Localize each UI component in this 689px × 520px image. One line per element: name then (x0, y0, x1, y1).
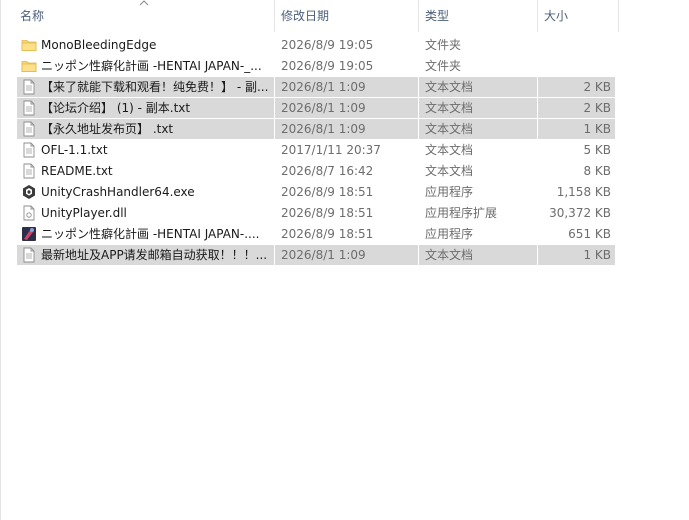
file-row[interactable]: ニッポン性癖化計画 -HENTAI JAPAN-_... 2026/8/9 19:… (17, 56, 615, 76)
file-modified-date: 2026/8/1 1:09 (281, 248, 366, 262)
file-type: 应用程序扩展 (425, 206, 498, 220)
file-modified-date: 2026/8/9 18:51 (281, 206, 374, 220)
cell-divider (418, 245, 419, 265)
file-modified-date: 2026/8/9 18:51 (281, 185, 374, 199)
file-name: 最新地址及APP请发邮箱自动获取！！！... (41, 248, 268, 262)
file-row-selected[interactable]: 【永久地址发布页】 .txt 2026/8/1 1:09 文本文档 1 KB (17, 119, 615, 139)
file-modified-date: 2026/8/9 19:05 (281, 38, 374, 52)
file-name: 【来了就能下载和观看！纯免费！】 - 副... (41, 80, 269, 94)
file-name: ニッポン性癖化計画 -HENTAI JAPAN-.... (41, 227, 260, 241)
file-name: UnityPlayer.dll (41, 206, 127, 220)
game-app-icon (21, 226, 37, 242)
cell-divider (274, 77, 275, 97)
file-size: 1 KB (583, 248, 611, 262)
file-row-selected[interactable]: 【来了就能下载和观看！纯免费！】 - 副... 2026/8/1 1:09 文本文档… (17, 77, 615, 97)
file-size: 1 KB (583, 122, 611, 136)
file-row[interactable]: MonoBleedingEdge 2026/8/9 19:05 文件夹 (17, 35, 615, 55)
text-file-icon (21, 142, 37, 158)
file-row[interactable]: UnityPlayer.dll 2026/8/9 18:51 应用程序扩展 30,37… (17, 203, 615, 223)
column-header-type[interactable]: 类型 (419, 0, 536, 32)
file-size: 8 KB (583, 164, 611, 178)
file-name: 【永久地址发布页】 .txt (41, 122, 174, 136)
file-name: ニッポン性癖化計画 -HENTAI JAPAN-_... (41, 59, 262, 73)
file-row-selected[interactable]: 【论坛介绍】 (1) - 副本.txt 2026/8/1 1:09 文本文档 2 KB (17, 98, 615, 118)
column-header-date[interactable]: 修改日期 (275, 0, 417, 32)
file-type: 文件夹 (425, 59, 462, 73)
cell-divider (537, 98, 538, 118)
cell-divider (418, 98, 419, 118)
file-modified-date: 2026/8/1 1:09 (281, 101, 366, 115)
file-size (529, 35, 611, 55)
file-type: 文本文档 (425, 80, 474, 94)
file-name: README.txt (41, 164, 113, 178)
cell-divider (274, 98, 275, 118)
file-name: OFL-1.1.txt (41, 143, 108, 157)
file-type: 文件夹 (425, 38, 462, 52)
file-type: 文本文档 (425, 248, 474, 262)
sort-ascending-icon (139, 0, 149, 6)
cell-divider (418, 119, 419, 139)
cell-divider (274, 119, 275, 139)
file-row[interactable]: UnityCrashHandler64.exe 2026/8/9 18:51 应用程… (17, 182, 615, 202)
file-type: 文本文档 (425, 101, 474, 115)
file-name: 【论坛介绍】 (1) - 副本.txt (41, 101, 191, 115)
file-type: 文本文档 (425, 122, 474, 136)
file-size: 2 KB (583, 80, 611, 94)
file-modified-date: 2026/8/1 1:09 (281, 122, 366, 136)
file-type: 文本文档 (425, 164, 474, 178)
dll-file-icon (21, 205, 37, 221)
file-size (529, 56, 611, 76)
text-file-icon (21, 79, 37, 95)
file-type: 应用程序 (425, 227, 474, 241)
file-name: MonoBleedingEdge (41, 38, 157, 52)
file-row[interactable]: OFL-1.1.txt 2017/1/11 20:37 文本文档 5 KB (17, 140, 615, 160)
file-row[interactable]: ニッポン性癖化計画 -HENTAI JAPAN-.... 2026/8/9 18:… (17, 224, 615, 244)
cell-divider (274, 245, 275, 265)
file-modified-date: 2026/8/1 1:09 (281, 80, 366, 94)
unity-app-icon (21, 184, 37, 200)
cell-divider (537, 119, 538, 139)
cell-divider (537, 245, 538, 265)
text-file-icon (21, 121, 37, 137)
column-header-size[interactable]: 大小 (538, 0, 618, 32)
file-size: 651 KB (568, 227, 611, 241)
file-modified-date: 2026/8/9 18:51 (281, 227, 374, 241)
file-modified-date: 2017/1/11 20:37 (281, 143, 381, 157)
folder-icon (21, 58, 37, 74)
file-type: 应用程序 (425, 185, 474, 199)
file-size: 5 KB (583, 143, 611, 157)
text-file-icon (21, 163, 37, 179)
file-size: 2 KB (583, 101, 611, 115)
file-size: 1,158 KB (556, 185, 611, 199)
folder-icon (21, 37, 37, 53)
text-file-icon (21, 247, 37, 263)
file-modified-date: 2026/8/9 19:05 (281, 59, 374, 73)
file-row-selected[interactable]: 最新地址及APP请发邮箱自动获取！！！... 2026/8/1 1:09 文本文档 1… (17, 245, 615, 265)
cell-divider (418, 77, 419, 97)
file-modified-date: 2026/8/7 16:42 (281, 164, 374, 178)
cell-divider (537, 77, 538, 97)
column-header-bar: 名称 修改日期 类型 大小 (0, 0, 689, 32)
file-row[interactable]: README.txt 2026/8/7 16:42 文本文档 8 KB (17, 161, 615, 181)
file-type: 文本文档 (425, 143, 474, 157)
column-divider[interactable] (618, 0, 619, 32)
file-size: 30,372 KB (549, 206, 611, 220)
window-left-border (0, 0, 1, 520)
text-file-icon (21, 100, 37, 116)
file-name: UnityCrashHandler64.exe (41, 185, 195, 199)
